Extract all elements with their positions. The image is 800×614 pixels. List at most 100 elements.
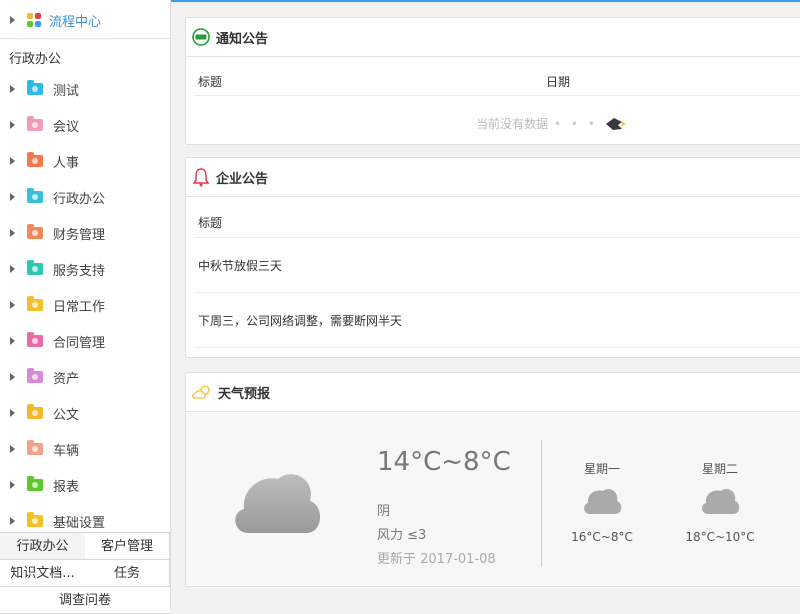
folder-report-icon [27,476,43,491]
folder-daily-icon [27,296,43,311]
notice-panel: 通知公告 标题 日期 当前没有数据 • • • [185,17,800,145]
announcement-row[interactable]: 下周三，公司网络调整，需要断网半天 [198,312,402,329]
folder-document-icon [27,404,43,419]
announcement-row[interactable]: 中秋节放假三天 [198,257,282,274]
tab-admin-office[interactable]: 行政办公 [0,533,86,560]
weather-panel-title: 天气预报 [218,386,271,402]
sidebar-item-label: 合同管理 [53,335,106,351]
sidebar-item-label: 资产 [53,371,80,387]
sidebar-item-label: 人事 [53,155,80,171]
enterprise-panel-title: 企业公告 [216,171,269,187]
sidebar-item[interactable]: 财务管理 [0,215,170,251]
folder-settings-icon [27,512,43,527]
sidebar-item[interactable]: 日常工作 [0,287,170,323]
bell-icon [192,168,210,187]
notice-panel-title: 通知公告 [216,31,269,47]
expand-caret-icon[interactable] [10,301,15,309]
sidebar-item[interactable]: 测试 [0,71,170,107]
today-temperature: 14°C~8°C [377,447,511,477]
folder-vehicle-icon [27,440,43,455]
enterprise-header-divider [194,237,800,238]
notice-badge-icon [192,28,210,46]
notice-panel-header: 通知公告 [186,18,800,57]
folder-asset-icon [27,368,43,383]
expand-caret-icon[interactable] [10,229,15,237]
notice-empty-state: 当前没有数据 • • • [476,115,626,132]
flow-center-label: 流程中心 [49,14,102,30]
sidebar-item[interactable]: 服务支持 [0,251,170,287]
sidebar-item-label: 日常工作 [53,299,106,315]
expand-caret-icon[interactable] [10,445,15,453]
expand-caret-icon[interactable] [10,85,15,93]
enterprise-panel: 企业公告 标题 中秋节放假三天 下周三，公司网络调整，需要断网半天 [185,157,800,358]
tab-survey[interactable]: 调查问卷 [0,587,170,614]
weather-updated-time: 更新于 2017-01-08 [377,552,496,567]
cloudy-large-icon [235,474,321,533]
sidebar-item-label: 会议 [53,119,80,135]
weather-panel: 天气预报 14°C~8°C 阴 风力 ≤3 更新于 2017-01-08 星期一… [185,372,800,587]
empty-state-text: 当前没有数据 [476,117,549,131]
expand-caret-icon[interactable] [10,121,15,129]
folder-hr-icon [27,152,43,167]
sidebar-item[interactable]: 合同管理 [0,323,170,359]
expand-caret-icon[interactable] [10,517,15,525]
flow-center-icon [27,13,41,27]
sidebar-section-title: 行政办公 [9,52,62,67]
sidebar-item[interactable]: 行政办公 [0,179,170,215]
forecast-day-temp: 18°C~10°C [685,530,755,544]
sidebar-item-label: 车辆 [53,443,80,459]
sidebar-item-label: 服务支持 [53,263,106,279]
announcement-divider [194,292,800,293]
sidebar-item-flow-center[interactable]: 流程中心 [0,2,170,39]
forecast-day-name: 星期一 [583,462,620,476]
sidebar-item[interactable]: 公文 [0,395,170,431]
folder-support-icon [27,260,43,275]
weather-panel-header: 天气预报 [186,373,800,412]
expand-caret-icon[interactable] [10,157,15,165]
expand-caret-icon[interactable] [10,337,15,345]
sidebar: 流程中心 行政办公 测试 会议 人事 行政办公 财务管理 服务支持 日常工作 合同管理 资产 公文… [0,0,171,614]
today-wind: 风力 ≤3 [377,528,427,543]
tab-knowledge-docs[interactable]: 知识文档... [0,560,86,587]
expand-caret-icon[interactable] [10,373,15,381]
module-tabs: 行政办公 客户管理 知识文档... 任务 调查问卷 [0,532,170,614]
sidebar-item[interactable]: 人事 [0,143,170,179]
tab-customer-management[interactable]: 客户管理 [85,533,170,560]
enterprise-panel-header: 企业公告 [186,158,800,197]
notice-header-divider [194,95,800,96]
notice-col-title: 标题 [198,75,223,89]
sidebar-item[interactable]: 资产 [0,359,170,395]
sidebar-item-label: 行政办公 [53,191,106,207]
sidebar-item[interactable]: 会议 [0,107,170,143]
sidebar-item-label: 测试 [53,83,80,99]
expand-caret-icon[interactable] [10,16,15,24]
folder-contract-icon [27,332,43,347]
sun-cloud-icon [192,385,210,399]
folder-meeting-icon [27,116,43,131]
weather-divider [541,440,542,567]
expand-caret-icon[interactable] [10,265,15,273]
announcement-divider [194,347,800,348]
sidebar-item-label: 报表 [53,479,80,495]
folder-finance-icon [27,224,43,239]
expand-caret-icon[interactable] [10,193,15,201]
sidebar-item-label: 基础设置 [53,515,106,531]
sidebar-item[interactable]: 报表 [0,467,170,503]
sidebar-item[interactable]: 车辆 [0,431,170,467]
sidebar-item-label: 财务管理 [53,227,106,243]
expand-caret-icon[interactable] [10,409,15,417]
notice-col-date: 日期 [546,75,571,89]
cloudy-small-icon [584,489,622,514]
forecast-day-name: 星期二 [701,462,738,476]
cloudy-small-icon [702,489,740,514]
enterprise-col-title: 标题 [198,216,223,230]
empty-state-dots: • • • [554,116,598,131]
tab-tasks[interactable]: 任务 [85,560,170,587]
empty-bird-icon [605,117,626,130]
forecast-day-temp: 16°C~8°C [571,530,633,544]
weather-body: 14°C~8°C 阴 风力 ≤3 更新于 2017-01-08 星期一 16°C… [186,413,800,585]
sidebar-item-label: 公文 [53,407,80,423]
expand-caret-icon[interactable] [10,481,15,489]
today-condition: 阴 [377,504,391,519]
test-cube-icon [27,80,43,95]
